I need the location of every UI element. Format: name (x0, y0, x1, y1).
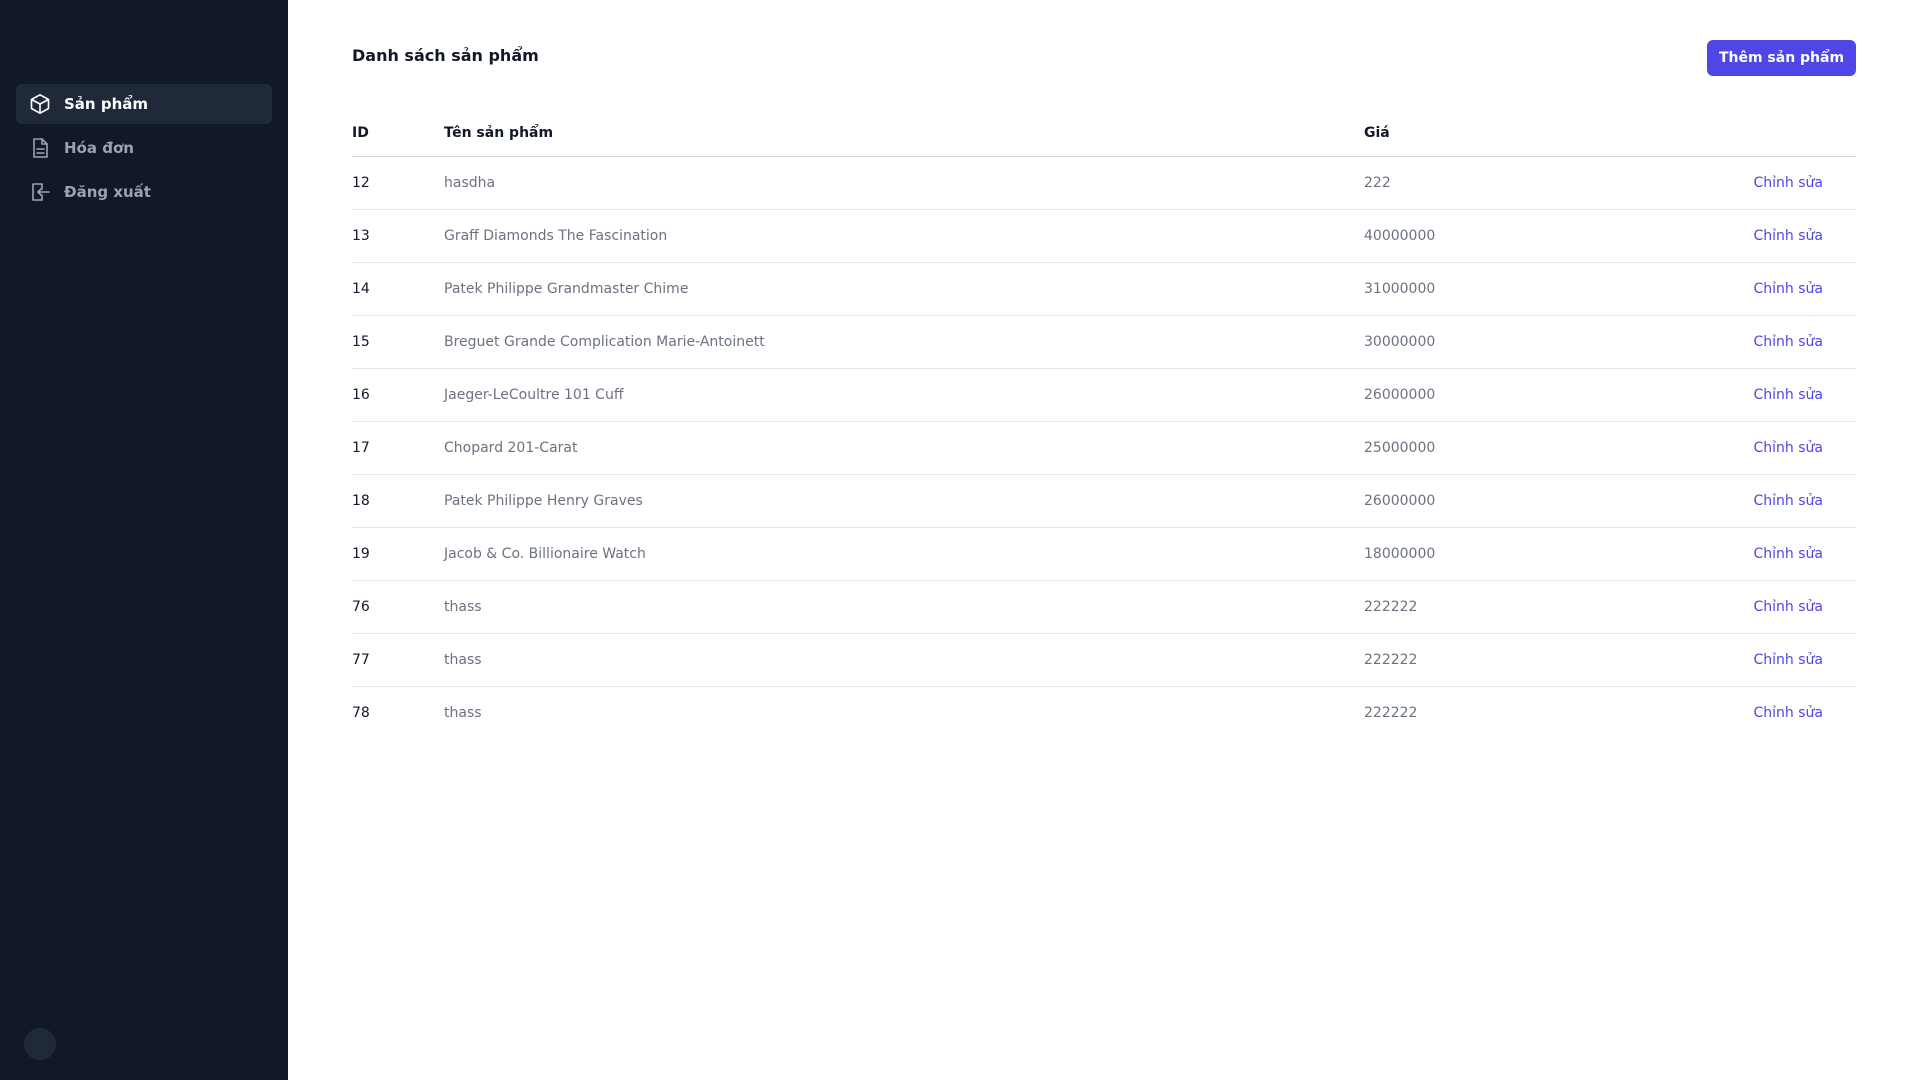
sidebar-item-label: Đăng xuất (64, 183, 151, 201)
cell-action: Chỉnh sửa (1714, 368, 1856, 422)
table-row: 19 Jacob & Co. Billionaire Watch 1800000… (352, 527, 1856, 581)
cell-id: 76 (352, 580, 444, 634)
cell-action: Chỉnh sửa (1714, 474, 1856, 528)
cell-id: 77 (352, 633, 444, 687)
cell-id: 15 (352, 315, 444, 369)
cell-action: Chỉnh sửa (1714, 686, 1856, 739)
page-title: Danh sách sản phẩm (352, 46, 539, 65)
edit-link[interactable]: Chỉnh sửa (1754, 228, 1823, 244)
cell-name: Patek Philippe Henry Graves (444, 474, 1364, 528)
cell-price: 26000000 (1364, 474, 1714, 528)
table-row: 17 Chopard 201-Carat 25000000 Chỉnh sửa (352, 421, 1856, 475)
cell-action: Chỉnh sửa (1714, 527, 1856, 581)
cell-name: thass (444, 633, 1364, 687)
edit-link[interactable]: Chỉnh sửa (1754, 175, 1823, 191)
table-row: 15 Breguet Grande Complication Marie-Ant… (352, 315, 1856, 369)
cell-name: Patek Philippe Grandmaster Chime (444, 262, 1364, 316)
cell-price: 26000000 (1364, 368, 1714, 422)
cell-price: 30000000 (1364, 315, 1714, 369)
logout-icon (28, 180, 52, 204)
cell-id: 12 (352, 156, 444, 210)
cell-name: Breguet Grande Complication Marie-Antoin… (444, 315, 1364, 369)
cell-name: thass (444, 580, 1364, 634)
table-row: 12 hasdha 222 Chỉnh sửa (352, 156, 1856, 210)
products-table: ID Tên sản phẩm Giá 12 hasdha 222 Chỉnh … (352, 110, 1856, 739)
cell-name: Jaeger-LeCoultre 101 Cuff (444, 368, 1364, 422)
sidebar-item-invoices[interactable]: Hóa đơn (16, 128, 272, 168)
app-root: Sản phẩm Hóa đơn Đăng xuất Danh sách sản… (0, 0, 1920, 1080)
cell-price: 18000000 (1364, 527, 1714, 581)
column-header-id: ID (352, 110, 444, 157)
avatar[interactable] (24, 1028, 56, 1060)
sidebar-item-label: Hóa đơn (64, 139, 134, 157)
cell-id: 18 (352, 474, 444, 528)
cell-price: 222222 (1364, 580, 1714, 634)
table-row: 13 Graff Diamonds The Fascination 400000… (352, 209, 1856, 263)
cell-name: Jacob & Co. Billionaire Watch (444, 527, 1364, 581)
table-row: 77 thass 222222 Chỉnh sửa (352, 633, 1856, 687)
sidebar-item-logout[interactable]: Đăng xuất (16, 172, 272, 212)
sidebar-nav: Sản phẩm Hóa đơn Đăng xuất (16, 84, 272, 216)
column-header-action (1714, 110, 1856, 157)
cell-price: 25000000 (1364, 421, 1714, 475)
main-content: Danh sách sản phẩm Thêm sản phẩm ID Tên … (288, 0, 1920, 1080)
table-header-row: ID Tên sản phẩm Giá (352, 110, 1856, 157)
cube-icon (28, 92, 52, 116)
edit-link[interactable]: Chỉnh sửa (1754, 387, 1823, 403)
sidebar: Sản phẩm Hóa đơn Đăng xuất (0, 0, 288, 1080)
cell-action: Chỉnh sửa (1714, 262, 1856, 316)
cell-action: Chỉnh sửa (1714, 156, 1856, 210)
edit-link[interactable]: Chỉnh sửa (1754, 599, 1823, 615)
edit-link[interactable]: Chỉnh sửa (1754, 334, 1823, 350)
cell-action: Chỉnh sửa (1714, 209, 1856, 263)
cell-id: 78 (352, 704, 370, 721)
edit-link[interactable]: Chỉnh sửa (1754, 281, 1823, 297)
sidebar-item-label: Sản phẩm (64, 95, 148, 113)
cell-action: Chỉnh sửa (1714, 421, 1856, 475)
cell-id: 14 (352, 262, 444, 316)
column-header-name: Tên sản phẩm (444, 110, 1364, 157)
cell-price: 31000000 (1364, 262, 1714, 316)
cell-id: 13 (352, 209, 444, 263)
table-row: 78 thass 222222 Chỉnh sửa (352, 686, 1856, 739)
table-row: 16 Jaeger-LeCoultre 101 Cuff 26000000 Ch… (352, 368, 1856, 422)
add-product-button[interactable]: Thêm sản phẩm (1707, 40, 1856, 76)
edit-link[interactable]: Chỉnh sửa (1754, 652, 1823, 668)
cell-name: thass (444, 704, 482, 721)
cell-price: 40000000 (1364, 209, 1714, 263)
cell-price: 222222 (1364, 633, 1714, 687)
cell-action: Chỉnh sửa (1714, 315, 1856, 369)
cell-price: 222 (1364, 156, 1714, 210)
column-header-price: Giá (1364, 110, 1714, 157)
cell-id: 19 (352, 527, 444, 581)
table-row: 14 Patek Philippe Grandmaster Chime 3100… (352, 262, 1856, 316)
edit-link[interactable]: Chỉnh sửa (1754, 440, 1823, 456)
cell-price: 222222 (1364, 704, 1418, 721)
table-row: 76 thass 222222 Chỉnh sửa (352, 580, 1856, 634)
sidebar-item-products[interactable]: Sản phẩm (16, 84, 272, 124)
document-icon (28, 136, 52, 160)
cell-id: 17 (352, 421, 444, 475)
table-row: 18 Patek Philippe Henry Graves 26000000 … (352, 474, 1856, 528)
edit-link[interactable]: Chỉnh sửa (1754, 705, 1823, 721)
cell-name: Chopard 201-Carat (444, 421, 1364, 475)
cell-name: hasdha (444, 156, 1364, 210)
cell-name: Graff Diamonds The Fascination (444, 209, 1364, 263)
edit-link[interactable]: Chỉnh sửa (1754, 493, 1823, 509)
cell-id: 16 (352, 368, 444, 422)
cell-action: Chỉnh sửa (1714, 580, 1856, 634)
cell-action: Chỉnh sửa (1714, 633, 1856, 687)
edit-link[interactable]: Chỉnh sửa (1754, 546, 1823, 562)
